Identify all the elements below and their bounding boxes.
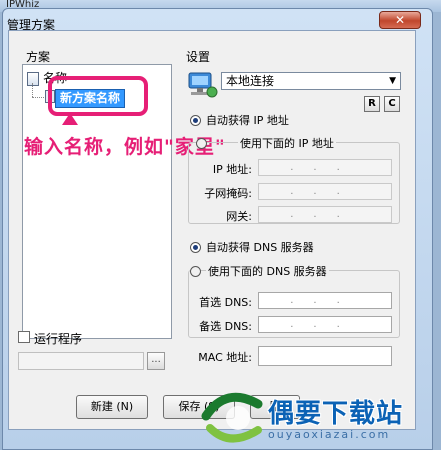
gateway-label: 网关: xyxy=(226,210,252,223)
tree-connector-h xyxy=(32,97,44,99)
mac-label: MAC 地址: xyxy=(198,351,252,364)
auto-ip-label: 自动获得 IP 地址 xyxy=(206,114,289,127)
gateway-field[interactable]: ... xyxy=(258,206,392,223)
dns1-label: 首选 DNS: xyxy=(199,296,252,309)
connection-value: 本地连接 xyxy=(226,74,275,88)
c-button[interactable]: C xyxy=(384,96,400,112)
browse-button[interactable]: ... xyxy=(147,352,165,370)
manual-dns-radio[interactable] xyxy=(190,266,201,277)
scheme-label: 方案 xyxy=(26,50,51,64)
program-path-input[interactable] xyxy=(18,352,144,370)
auto-dns-label: 自动获得 DNS 服务器 xyxy=(206,241,314,254)
manual-ip-label: 使用下面的 IP 地址 xyxy=(238,135,336,151)
dns1-field[interactable]: ... xyxy=(258,292,392,309)
chevron-down-icon: ▼ xyxy=(389,76,396,86)
new-button[interactable]: 新建 (N) xyxy=(76,395,148,419)
mac-address-input[interactable] xyxy=(258,346,392,366)
dns2-field[interactable]: ... xyxy=(258,316,392,333)
annotation-pointer xyxy=(62,113,78,125)
run-program-label: 运行程序 xyxy=(34,332,83,346)
close-button[interactable]: ✕ xyxy=(379,11,421,29)
subnet-label: 子网掩码: xyxy=(204,187,252,200)
ip-address-label: IP 地址: xyxy=(212,163,252,176)
tree-connector xyxy=(32,83,34,97)
dns2-label: 备选 DNS: xyxy=(199,320,252,333)
manual-ip-radio[interactable] xyxy=(196,138,207,149)
auto-ip-radio[interactable] xyxy=(190,115,201,126)
annotation-highlight-box xyxy=(48,76,148,116)
watermark-text: 偶要下载站 xyxy=(268,399,404,429)
connection-select[interactable]: 本地连接 ▼ xyxy=(221,72,401,90)
ip-address-field[interactable]: ... xyxy=(258,159,392,176)
manual-dns-label: 使用下面的 DNS 服务器 xyxy=(206,263,329,279)
watermark-url: ouyaoxiazai.com xyxy=(268,428,391,441)
settings-label: 设置 xyxy=(186,50,211,64)
close-icon: ✕ xyxy=(394,13,406,27)
network-adapter-icon xyxy=(188,72,218,98)
auto-dns-radio[interactable] xyxy=(190,242,201,253)
refresh-r-button[interactable]: R xyxy=(364,96,380,112)
run-program-checkbox[interactable] xyxy=(18,331,30,343)
subnet-field[interactable]: ... xyxy=(258,183,392,200)
